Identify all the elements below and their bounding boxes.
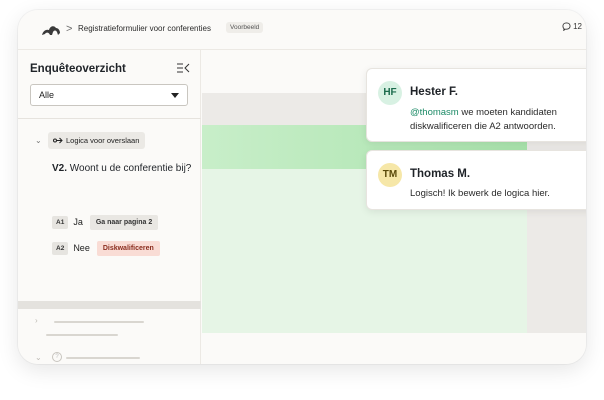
chevron-right-icon: › — [35, 316, 38, 325]
logo-icon[interactable] — [40, 22, 62, 38]
survey-outline-panel: Enquêteoverzicht Alle ⌄ Logica voor over… — [18, 50, 201, 364]
comment-author: Hester F. — [410, 86, 458, 98]
comment-text: Logisch! Ik bewerk de logica hier. — [410, 188, 550, 199]
answer-row[interactable]: A2 Nee Diskwalificeren — [52, 240, 160, 256]
disqualify-action[interactable]: Diskwalificeren — [96, 240, 160, 256]
answer-tag: A2 — [52, 241, 69, 255]
comment-body: @thomasm we moeten kandidaten diskwalifi… — [410, 106, 586, 134]
breadcrumb-survey-title[interactable]: Registratieformulier voor conferenties — [78, 24, 211, 33]
answer-text: Ja — [73, 217, 83, 227]
chevron-down-icon: ⌄ — [35, 353, 42, 362]
skip-logic-tag[interactable]: Logica voor overslaan — [48, 132, 146, 149]
help-icon: ? — [52, 352, 62, 362]
filter-select[interactable]: Alle — [30, 84, 188, 106]
mention-link[interactable]: @thomasm — [410, 107, 459, 118]
avatar: TM — [378, 163, 402, 187]
top-bar: > Registratieformulier voor conferenties… — [18, 10, 586, 50]
question-number: V2. — [52, 163, 68, 174]
comment-card[interactable]: TM Thomas M. Logisch! Ik bewerk de logic… — [366, 150, 586, 210]
placeholder-line — [66, 357, 140, 359]
answer-text: Nee — [73, 243, 90, 253]
comment-card[interactable]: HF Hester F. @thomasm we moeten kandidat… — [366, 68, 586, 142]
placeholder-line — [54, 321, 144, 323]
answer-tag: A1 — [52, 215, 69, 229]
preview-badge: Voorbeeld — [226, 22, 264, 33]
divider — [18, 118, 201, 119]
section-divider — [18, 301, 201, 309]
app-window: > Registratieformulier voor conferenties… — [18, 10, 586, 364]
filter-value: Alle — [39, 90, 55, 100]
comment-author: Thomas M. — [410, 168, 471, 180]
placeholder-line — [46, 334, 118, 336]
branch-icon — [53, 137, 63, 144]
comments-button[interactable]: 12 — [562, 22, 582, 31]
answer-row[interactable]: A1 Ja Ga naar pagina 2 — [52, 214, 159, 230]
skip-to-page-action[interactable]: Ga naar pagina 2 — [89, 214, 159, 230]
skip-logic-label: Logica voor overslaan — [66, 136, 140, 145]
breadcrumb-separator: > — [66, 23, 73, 35]
chevron-down-icon[interactable]: ⌄ — [35, 136, 42, 145]
comment-icon — [562, 22, 571, 31]
comments-count: 12 — [573, 22, 582, 31]
question-label: Woont u de conferentie bij? — [69, 163, 192, 174]
avatar: HF — [378, 81, 402, 105]
panel-title: Enquêteoverzicht — [30, 63, 126, 75]
collapse-panel-icon[interactable] — [176, 62, 190, 74]
caret-down-icon — [171, 93, 179, 98]
question-text[interactable]: V2. Woont u de conferentie bij? — [52, 163, 197, 175]
